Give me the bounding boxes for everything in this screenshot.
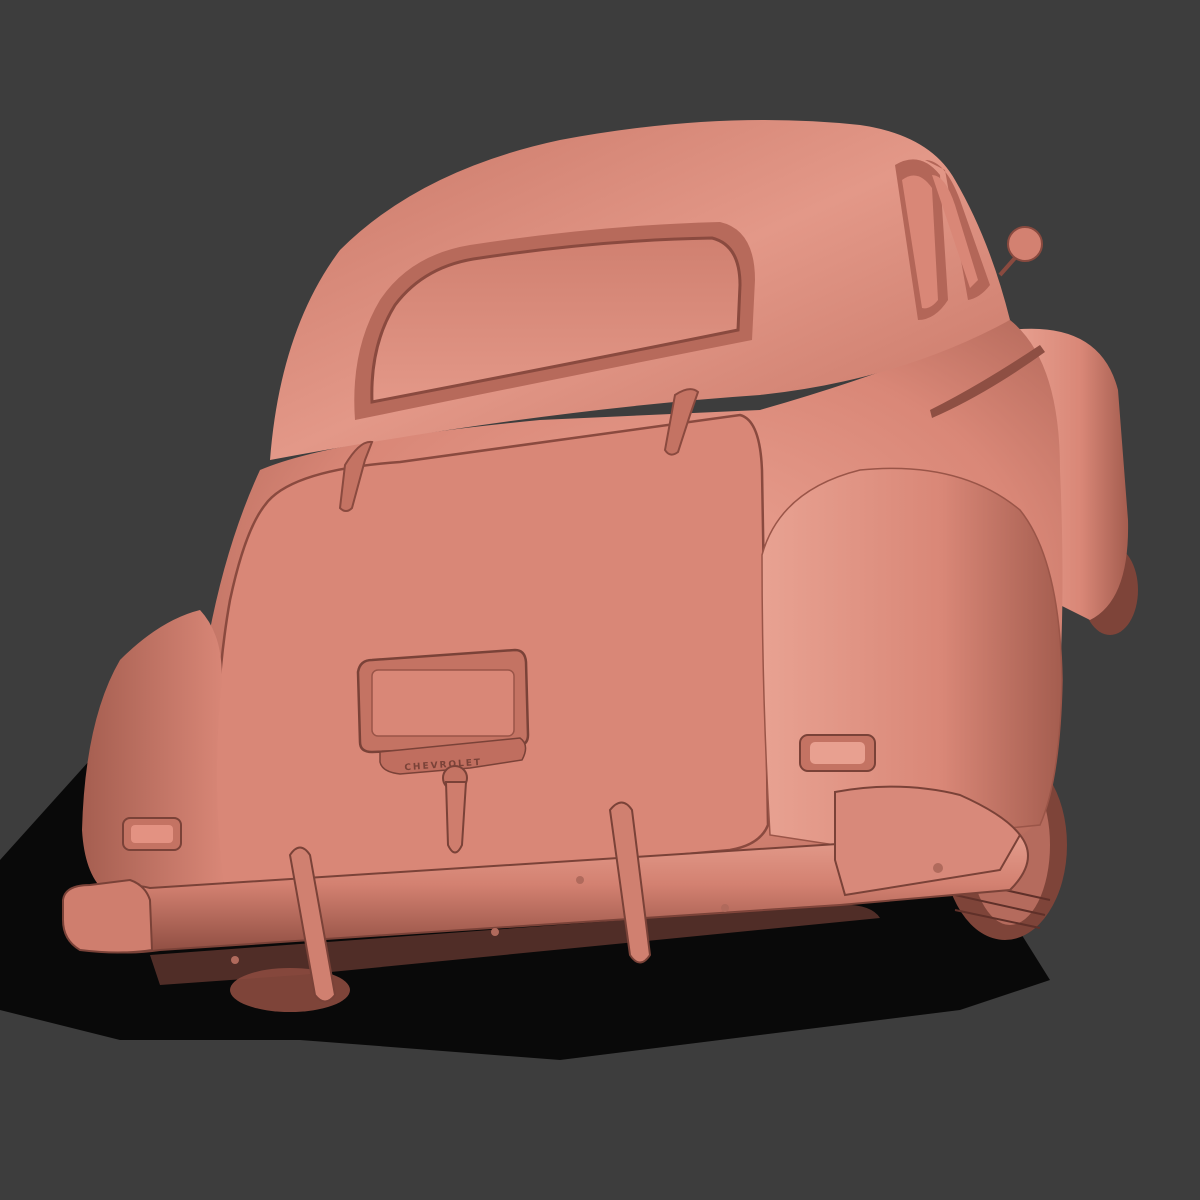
left-rear-fender xyxy=(82,610,225,895)
car-render-canvas: CHEVROLET xyxy=(0,120,1138,1060)
side-mirror xyxy=(998,226,1043,277)
license-plate xyxy=(356,648,530,754)
right-taillight xyxy=(799,734,876,772)
left-taillight xyxy=(122,817,182,851)
